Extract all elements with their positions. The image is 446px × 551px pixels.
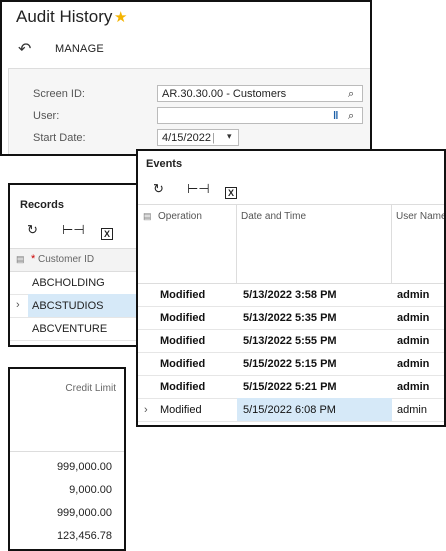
table-row-selected[interactable]: › Modified 5/15/2022 6:08 PM admin (138, 398, 444, 422)
table-row[interactable]: Modified 5/15/2022 5:15 PM admin (138, 352, 444, 376)
user-name-column[interactable]: User Name (392, 205, 444, 283)
credit-limit-cell: 9,000.00 (69, 484, 112, 496)
table-row[interactable]: Modified 5/13/2022 3:58 PM admin (138, 283, 444, 307)
chevron-right-icon: › (144, 404, 148, 416)
datetime-cell: 5/13/2022 5:35 PM (243, 312, 337, 324)
favorite-star-icon[interactable]: ★ (114, 8, 127, 26)
date-time-column[interactable]: Date and Time (237, 205, 392, 283)
audit-history-panel: Audit History ★ ↶ MANAGE Screen ID: AR.3… (0, 0, 372, 156)
operation-cell: Modified (160, 381, 206, 393)
datetime-cell: 5/15/2022 6:08 PM (243, 404, 336, 416)
operation-cell: Modified (160, 358, 206, 370)
customer-id-cell: ABCVENTURE (32, 323, 108, 335)
table-row[interactable]: 999,000.00 (10, 501, 124, 524)
table-row[interactable]: ABCVENTURE (10, 317, 138, 341)
excel-export-icon[interactable]: X (225, 184, 237, 199)
table-row[interactable]: ABCHOLDING (10, 271, 138, 295)
events-header: ▤ Operation Date and Time User Name (138, 204, 444, 284)
operation-cell: Modified (160, 289, 206, 301)
datetime-cell: 5/15/2022 5:15 PM (243, 358, 337, 370)
user-label: User: (33, 110, 60, 122)
customer-id-cell: ABCSTUDIOS (32, 300, 104, 312)
fit-columns-icon[interactable]: ⊢⊣ (187, 181, 210, 197)
table-row[interactable]: 123,456.78 (10, 524, 124, 547)
table-row[interactable]: Modified 5/13/2022 5:55 PM admin (138, 329, 444, 353)
start-date-label: Start Date: (33, 132, 86, 144)
customer-id-column[interactable]: Customer ID (38, 254, 94, 265)
user-cell: admin (397, 289, 430, 301)
operation-cell: Modified (160, 404, 202, 416)
operation-cell: Modified (160, 312, 206, 324)
events-title: Events (146, 158, 183, 170)
records-title: Records (20, 199, 65, 211)
credit-limit-cell: 999,000.00 (56, 507, 112, 519)
user-cell: admin (397, 312, 430, 324)
table-row[interactable]: 999,000.00 (10, 455, 124, 478)
datetime-cell: 5/15/2022 5:21 PM (243, 381, 337, 393)
operation-cell: Modified (160, 335, 206, 347)
required-mark: * (31, 253, 36, 265)
datetime-cell: 5/13/2022 3:58 PM (243, 289, 337, 301)
credit-limit-cell: 999,000.00 (56, 461, 112, 473)
manage-button[interactable]: MANAGE (55, 43, 104, 55)
refresh-icon[interactable]: ↻ (27, 222, 38, 238)
operation-column[interactable]: Operation (154, 205, 237, 283)
page-title: Audit History (16, 7, 113, 26)
records-panel: Records ↻ ⊢⊣ X ▤ * Customer ID ABCHOLDIN… (8, 183, 140, 347)
credit-limit-panel: Credit Limit 999,000.00 9,000.00 999,000… (8, 367, 126, 551)
credit-limit-column[interactable]: Credit Limit (65, 383, 116, 394)
chevron-down-icon[interactable]: ▾ (227, 131, 232, 142)
search-icon[interactable]: ⌕ (348, 110, 354, 123)
excel-export-icon[interactable]: X (101, 225, 113, 240)
undo-icon[interactable]: ↶ (18, 39, 31, 59)
barcode-icon[interactable]: ‖ (333, 110, 338, 122)
table-row[interactable]: Modified 5/13/2022 5:35 PM admin (138, 306, 444, 330)
grid-settings-icon[interactable]: ▤ (16, 254, 25, 265)
refresh-icon[interactable]: ↻ (153, 181, 164, 197)
table-row[interactable]: 9,000.00 (10, 478, 124, 501)
customer-id-cell: ABCHOLDING (32, 277, 105, 289)
table-row[interactable]: Modified 5/15/2022 5:21 PM admin (138, 375, 444, 399)
search-icon[interactable]: ⌕ (348, 88, 354, 101)
fit-columns-icon[interactable]: ⊢⊣ (62, 222, 85, 238)
chevron-right-icon: › (16, 299, 20, 311)
user-cell: admin (397, 335, 430, 347)
screen-id-field[interactable]: AR.30.30.00 - Customers (157, 85, 363, 102)
date-spinner-icon[interactable]: | (212, 132, 215, 144)
user-cell: admin (397, 381, 430, 393)
user-cell: admin (397, 358, 430, 370)
events-panel: Events ↻ ⊢⊣ X ▤ Operation Date and Time … (136, 149, 446, 427)
credit-limit-header: Credit Limit (10, 369, 124, 452)
credit-limit-cell: 123,456.78 (56, 530, 112, 542)
datetime-cell: 5/13/2022 5:55 PM (243, 335, 337, 347)
audit-filter-form: Screen ID: AR.30.30.00 - Customers ⌕ Use… (8, 68, 370, 154)
user-cell: admin (397, 404, 427, 416)
table-row-selected[interactable]: › ABCSTUDIOS (10, 294, 138, 318)
grid-settings-icon[interactable]: ▤ (143, 211, 152, 222)
records-header: ▤ * Customer ID (10, 248, 138, 272)
screen-id-label: Screen ID: (33, 88, 85, 100)
